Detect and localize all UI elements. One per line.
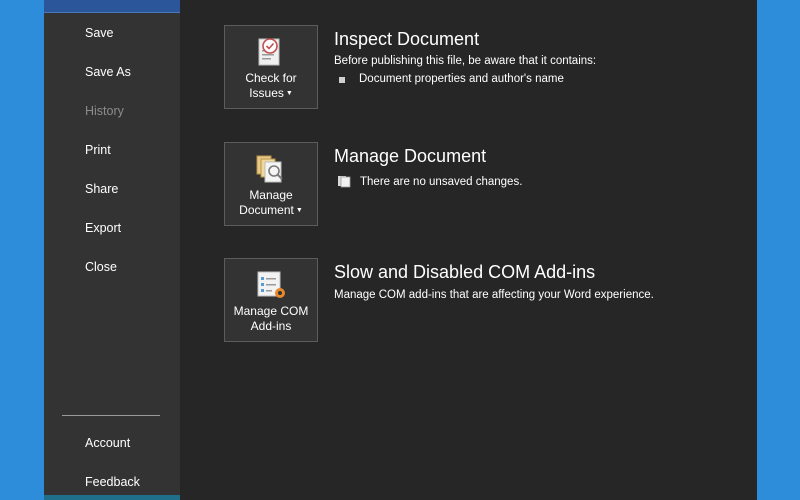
- nav-item-feedback[interactable]: Feedback: [44, 467, 180, 497]
- sidebar-selected-item[interactable]: [44, 0, 180, 13]
- backstage-window: Save Save As History Print Share Export …: [44, 0, 757, 500]
- nav-item-print[interactable]: Print: [44, 135, 180, 165]
- sidebar-divider: [62, 415, 160, 416]
- inspect-document-bullet: Document properties and author's name: [359, 73, 564, 85]
- manage-document-button[interactable]: Manage Document ▼: [224, 142, 318, 226]
- nav-item-share[interactable]: Share: [44, 174, 180, 204]
- inspect-document-title: Inspect Document: [334, 29, 480, 49]
- nav-item-export[interactable]: Export: [44, 213, 180, 243]
- com-addins-description: Manage COM add-ins that are affecting yo…: [334, 289, 654, 301]
- nav-item-account[interactable]: Account: [44, 428, 180, 458]
- nav-item-save-as[interactable]: Save As: [44, 57, 180, 87]
- nav-item-save[interactable]: Save: [44, 18, 180, 48]
- manage-com-addins-label: Manage COM Add-ins: [233, 304, 309, 333]
- manage-com-addins-button[interactable]: Manage COM Add-ins: [224, 258, 318, 342]
- nav-item-close[interactable]: Close: [44, 252, 180, 282]
- manage-document-icon: [256, 155, 283, 183]
- com-addins-icon: [257, 271, 285, 298]
- backstage-sidebar: Save Save As History Print Share Export …: [44, 0, 180, 500]
- dropdown-caret-icon: ▼: [295, 207, 303, 215]
- inspect-document-description: Before publishing this file, be aware th…: [334, 55, 597, 67]
- manage-document-status: There are no unsaved changes.: [360, 176, 523, 188]
- sidebar-bottom-strip: [44, 495, 180, 500]
- info-content: Check for Issues ▼ Inspect Document Befor…: [180, 0, 757, 500]
- check-for-issues-button[interactable]: Check for Issues ▼: [224, 25, 318, 109]
- check-document-icon: [258, 38, 280, 66]
- com-addins-title: Slow and Disabled COM Add-ins: [334, 262, 596, 282]
- dropdown-caret-icon: ▼: [285, 90, 293, 98]
- document-status-icon: [338, 176, 351, 188]
- nav-item-history: History: [85, 104, 124, 118]
- bullet-icon: [339, 77, 345, 83]
- check-for-issues-label: Check for Issues ▼: [245, 71, 297, 100]
- manage-document-title: Manage Document: [334, 146, 487, 166]
- manage-document-label: Manage Document ▼: [239, 188, 303, 217]
